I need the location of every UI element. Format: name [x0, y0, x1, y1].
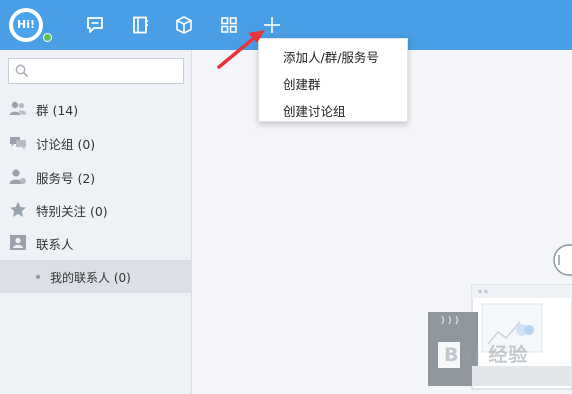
- sidebar-subitem-label: 我的联系人 (0): [50, 271, 131, 285]
- menu-item-label: 创建群: [283, 77, 321, 92]
- service-account-icon: [9, 169, 26, 184]
- search-box[interactable]: [8, 58, 184, 84]
- sidebar-item-label: 讨论组 (0): [36, 137, 96, 152]
- bullet-icon: [36, 275, 40, 279]
- sidebar-item-discussion[interactable]: 讨论组 (0): [0, 126, 192, 159]
- chat-icon[interactable]: [85, 15, 105, 35]
- watermark: Bai 经验: [444, 344, 529, 366]
- sidebar-item-groups[interactable]: 群 (14): [0, 92, 192, 125]
- sidebar: 群 (14) 讨论组 (0) 服务号 (2) 特别关注 (0) 联系人 我的联系…: [0, 50, 192, 394]
- sidebar-item-special-follow[interactable]: 特别关注 (0): [0, 193, 192, 226]
- menu-item-create-discussion[interactable]: 创建讨论组: [259, 95, 409, 121]
- sidebar-item-label: 群 (14): [36, 103, 79, 118]
- annotation-arrow: [217, 30, 265, 69]
- menu-item-create-group[interactable]: 创建群: [259, 68, 409, 94]
- menu-item-label: 添加人/群/服务号: [283, 50, 379, 65]
- menu-item-label: 创建讨论组: [283, 104, 346, 119]
- avatar-logo-text: Hi!: [13, 12, 39, 38]
- discussion-icon: [10, 137, 26, 150]
- empty-state-illustration: [428, 284, 572, 390]
- online-status-dot: [43, 33, 52, 42]
- add-dropdown-menu: 添加人/群/服务号 创建群 创建讨论组: [258, 38, 408, 122]
- sidebar-subitem-my-contacts[interactable]: 我的联系人 (0): [0, 260, 192, 293]
- cube-icon[interactable]: [174, 15, 194, 35]
- search-input[interactable]: [33, 62, 179, 80]
- contact-card-icon: [10, 235, 26, 250]
- contacts-book-icon[interactable]: [130, 15, 150, 35]
- user-avatar[interactable]: Hi!: [9, 8, 43, 42]
- star-icon: [10, 201, 26, 217]
- sidebar-item-contacts[interactable]: 联系人: [0, 226, 192, 259]
- search-icon: [15, 64, 29, 78]
- group-icon: [9, 101, 27, 115]
- sidebar-item-label: 联系人: [36, 237, 74, 252]
- sidebar-item-label: 特别关注 (0): [36, 204, 108, 219]
- sidebar-item-label: 服务号 (2): [36, 171, 96, 186]
- sidebar-item-service-accounts[interactable]: 服务号 (2): [0, 160, 192, 193]
- menu-item-add-contact[interactable]: 添加人/群/服务号: [259, 41, 409, 67]
